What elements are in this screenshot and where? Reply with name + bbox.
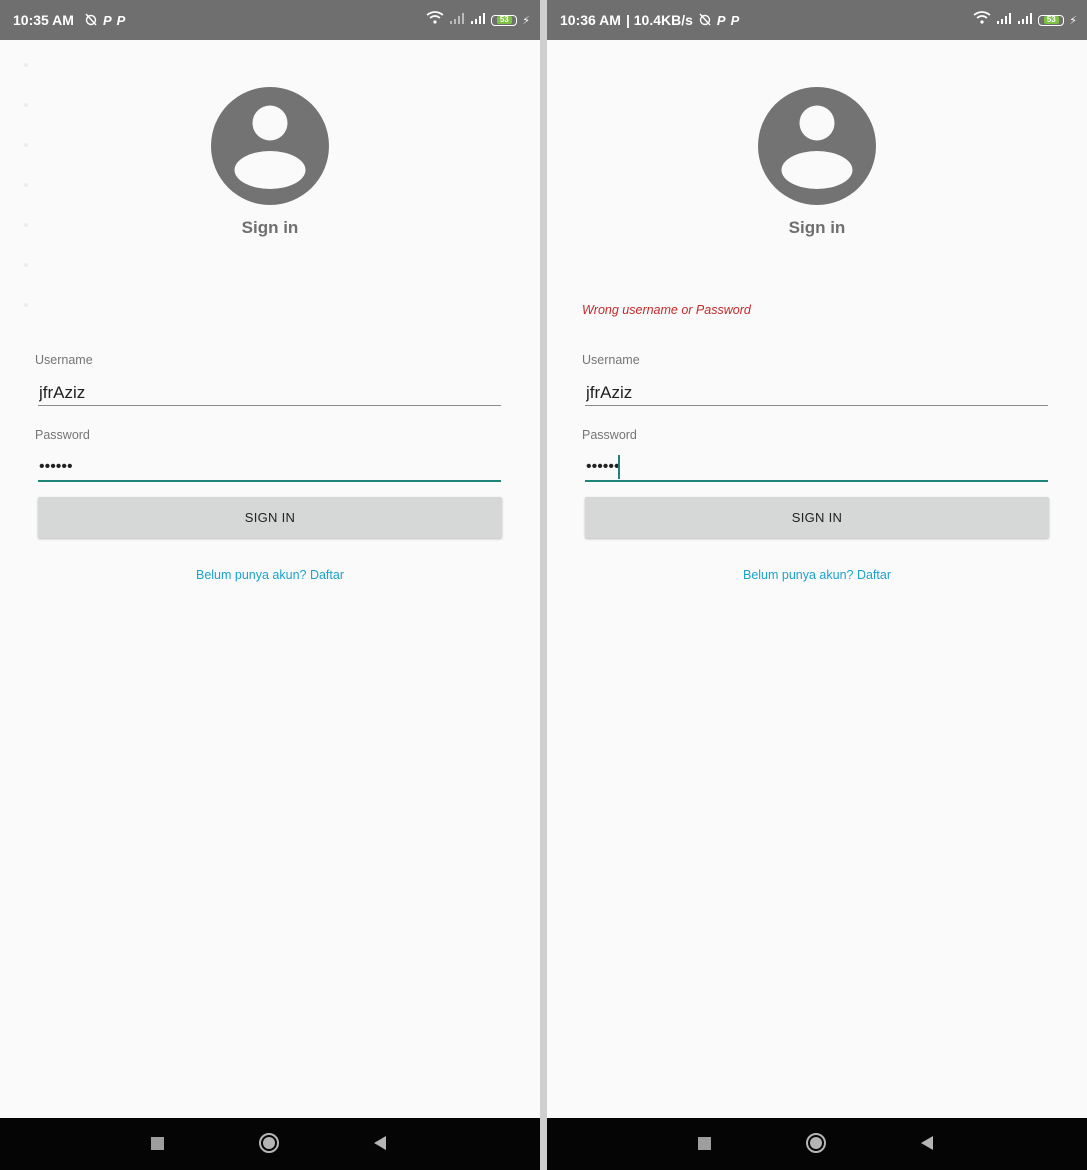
status-bar: 10:36 AM | 10.4KB/s P P 53 ⚡ bbox=[547, 0, 1087, 40]
parking-app-icon: P bbox=[716, 12, 726, 28]
recents-square-icon[interactable] bbox=[698, 1137, 711, 1150]
home-circle-icon[interactable] bbox=[259, 1133, 279, 1153]
password-underline bbox=[585, 480, 1048, 482]
battery-icon: 53 bbox=[1038, 14, 1065, 26]
parking-app-icon: P bbox=[116, 12, 126, 28]
status-net-speed: | 10.4KB/s bbox=[625, 12, 693, 28]
username-input[interactable] bbox=[38, 381, 501, 405]
register-link[interactable]: Belum punya akun? Daftar bbox=[0, 568, 540, 582]
signal-bars-icon bbox=[470, 11, 486, 29]
navigation-bar bbox=[0, 1118, 540, 1170]
phone-screen-right: 10:36 AM | 10.4KB/s P P 53 ⚡ Sign in Wro… bbox=[547, 0, 1087, 1170]
background-dots bbox=[24, 63, 28, 343]
username-label: Username bbox=[35, 353, 93, 367]
password-label: Password bbox=[582, 428, 637, 442]
home-circle-icon[interactable] bbox=[806, 1133, 826, 1153]
back-triangle-icon[interactable] bbox=[374, 1136, 386, 1150]
alarm-off-icon bbox=[84, 12, 98, 29]
signal-bars-icon bbox=[1017, 11, 1033, 29]
username-underline bbox=[38, 405, 501, 406]
password-input[interactable] bbox=[38, 455, 501, 479]
username-label: Username bbox=[582, 353, 640, 367]
parking-app-icon: P bbox=[730, 12, 740, 28]
signal-bars-icon bbox=[449, 11, 465, 29]
status-time: 10:36 AM bbox=[560, 12, 621, 28]
sign-in-button[interactable]: SIGN IN bbox=[585, 497, 1049, 538]
page-title: Sign in bbox=[241, 218, 299, 237]
battery-icon: 53 bbox=[491, 14, 518, 26]
navigation-bar bbox=[547, 1118, 1087, 1170]
account-circle-icon bbox=[211, 87, 329, 205]
battery-level: 53 bbox=[1043, 16, 1059, 24]
password-label: Password bbox=[35, 428, 90, 442]
username-underline bbox=[585, 405, 1048, 406]
alarm-off-icon bbox=[698, 12, 712, 29]
account-circle-icon bbox=[758, 87, 876, 205]
battery-level: 53 bbox=[496, 16, 512, 24]
text-cursor bbox=[618, 455, 620, 479]
password-input[interactable] bbox=[585, 455, 1048, 479]
status-time: 10:35 AM bbox=[13, 12, 74, 28]
charging-bolt-icon: ⚡ bbox=[1069, 14, 1077, 27]
wifi-icon bbox=[973, 11, 991, 29]
back-triangle-icon[interactable] bbox=[921, 1136, 933, 1150]
signal-bars-icon bbox=[996, 11, 1012, 29]
phone-screen-left: 10:35 AM P P 53 ⚡ Sign in Username jfrAz… bbox=[0, 0, 540, 1170]
wifi-icon bbox=[426, 11, 444, 29]
sign-in-button[interactable]: SIGN IN bbox=[38, 497, 502, 538]
page-title: Sign in bbox=[788, 218, 846, 237]
username-input[interactable] bbox=[585, 381, 1048, 405]
charging-bolt-icon: ⚡ bbox=[522, 14, 530, 27]
parking-app-icon: P bbox=[102, 12, 112, 28]
register-link[interactable]: Belum punya akun? Daftar bbox=[547, 568, 1087, 582]
recents-square-icon[interactable] bbox=[151, 1137, 164, 1150]
password-underline bbox=[38, 480, 501, 482]
status-bar: 10:35 AM P P 53 ⚡ bbox=[0, 0, 540, 40]
error-message: Wrong username or Password bbox=[582, 303, 751, 317]
